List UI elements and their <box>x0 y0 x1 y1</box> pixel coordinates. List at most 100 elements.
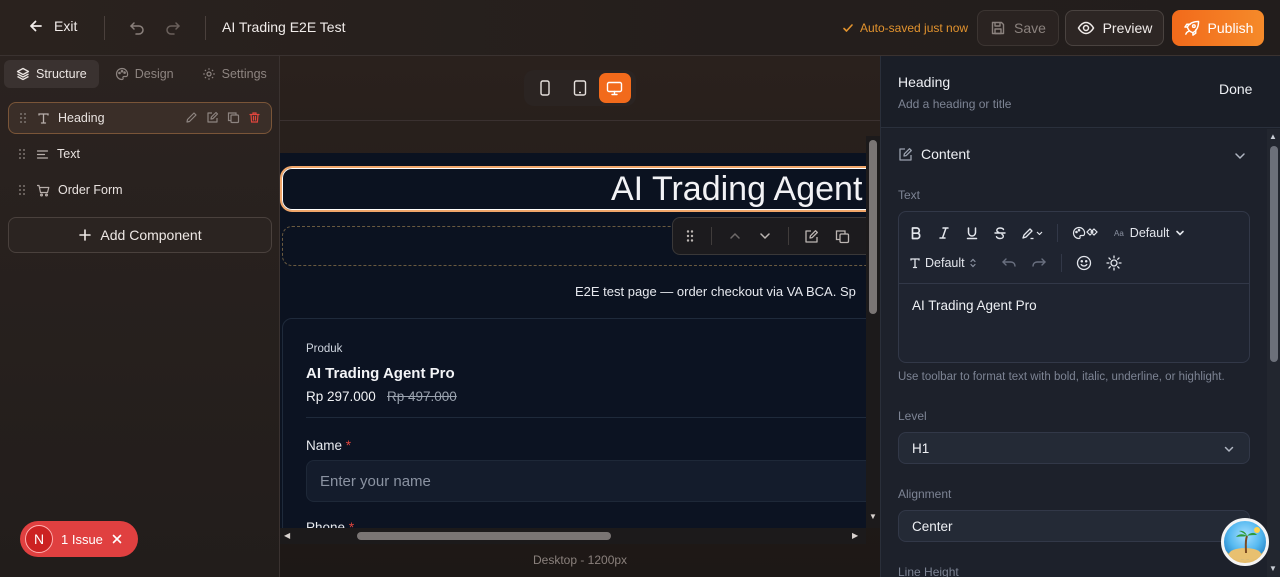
panel-body: Content Text Aa Default Default AI Tradi… <box>881 129 1267 577</box>
save-button[interactable]: Save <box>977 10 1059 46</box>
divider <box>205 16 206 40</box>
content-section-header[interactable]: Content <box>898 146 970 162</box>
pencil-icon[interactable] <box>185 111 198 124</box>
component-item-order-form[interactable]: Order Form <box>8 174 272 206</box>
drag-handle-icon[interactable] <box>19 112 29 124</box>
copy-icon[interactable] <box>227 111 240 124</box>
emoji-icon[interactable] <box>1076 255 1092 271</box>
assistant-avatar[interactable] <box>1221 518 1269 566</box>
level-select[interactable]: H1 <box>898 432 1250 464</box>
undo-button[interactable] <box>128 19 146 37</box>
copy-icon[interactable] <box>835 229 850 244</box>
canvas-area: AI Trading Agent Pro E2E test <box>280 56 880 577</box>
font-family-select[interactable]: Default <box>909 256 977 270</box>
device-tablet-button[interactable] <box>564 73 596 103</box>
divider <box>104 16 105 40</box>
add-component-button[interactable]: Add Component <box>8 217 272 253</box>
editor-toolbar-row: Aa Default <box>909 224 1185 242</box>
issue-badge[interactable]: N 1 Issue <box>20 521 138 557</box>
product-price: Rp 297.000 <box>306 389 376 404</box>
tab-design[interactable]: Design <box>103 60 186 88</box>
eye-icon <box>1077 19 1095 37</box>
redo-icon[interactable] <box>1031 256 1047 270</box>
plus-icon <box>78 228 92 242</box>
text-type-icon <box>37 112 50 125</box>
scrollbar-thumb[interactable] <box>357 532 611 540</box>
redo-button[interactable] <box>164 19 182 37</box>
close-icon[interactable] <box>111 533 123 545</box>
font-size-select[interactable]: Aa Default <box>1114 226 1185 240</box>
desktop-icon <box>606 81 623 95</box>
scroll-down-icon[interactable]: ▼ <box>1269 564 1277 573</box>
chevron-down-icon <box>1176 230 1185 236</box>
undo-icon <box>130 22 144 35</box>
chevron-down-icon[interactable] <box>758 229 772 243</box>
done-button[interactable]: Done <box>1219 81 1252 97</box>
check-icon <box>842 22 854 34</box>
device-mobile-button[interactable] <box>529 73 561 103</box>
component-label: Order Form <box>58 183 123 197</box>
publish-button[interactable]: Publish <box>1172 10 1264 46</box>
section-label: Content <box>921 146 971 162</box>
component-label: Text <box>57 147 80 161</box>
chevron-down-icon[interactable] <box>1233 149 1247 163</box>
sun-icon[interactable] <box>1105 255 1122 271</box>
font-family-value: Default <box>925 256 965 270</box>
name-input[interactable]: Enter your name <box>306 460 866 502</box>
edit-icon[interactable] <box>206 111 219 124</box>
rocket-icon <box>1183 20 1200 37</box>
rich-text-editor: Aa Default Default AI Trading Agent Pro <box>898 211 1250 363</box>
island-icon <box>1229 527 1261 560</box>
phone-field-label: Phone * <box>306 520 354 528</box>
font-size-value: Default <box>1129 226 1170 240</box>
italic-icon[interactable] <box>937 226 951 240</box>
component-item-heading[interactable]: Heading <box>8 102 272 134</box>
panel-tabs: Structure Design Settings <box>4 60 279 88</box>
scroll-down-icon[interactable]: ▼ <box>869 512 877 521</box>
tablet-icon <box>573 80 587 96</box>
divider <box>711 227 712 245</box>
arrow-left-icon <box>28 18 44 34</box>
palette-icon[interactable] <box>1072 226 1100 240</box>
drag-handle-icon[interactable] <box>18 184 28 196</box>
drag-handle-icon[interactable] <box>18 148 28 160</box>
bold-icon[interactable] <box>909 226 923 240</box>
scrollbar-thumb[interactable] <box>869 140 877 314</box>
strikethrough-icon[interactable] <box>993 226 1007 240</box>
product-old-price: Rp 497.000 <box>387 389 457 404</box>
text-type-icon <box>910 258 920 269</box>
chevron-up-icon[interactable] <box>728 229 742 243</box>
scroll-right-icon[interactable]: ▶ <box>852 531 858 540</box>
trash-icon[interactable] <box>248 111 261 124</box>
redo-icon <box>166 22 180 35</box>
drag-handle-icon[interactable] <box>685 229 695 243</box>
avatar: N <box>25 525 53 553</box>
editor-toolbar: Aa Default Default <box>899 212 1249 284</box>
highlighter-icon[interactable] <box>1021 226 1043 240</box>
scroll-up-icon[interactable]: ▲ <box>1269 132 1277 141</box>
underline-icon[interactable] <box>965 226 979 240</box>
undo-icon[interactable] <box>1001 256 1017 270</box>
editor-content[interactable]: AI Trading Agent Pro <box>912 298 1037 313</box>
edit-icon <box>898 147 913 162</box>
scroll-left-icon[interactable]: ◀ <box>284 531 290 540</box>
preview-subtitle: E2E test page — order checkout via VA BC… <box>575 284 856 299</box>
viewport-caption: Desktop - 1200px <box>533 553 628 567</box>
device-desktop-button[interactable] <box>598 73 631 103</box>
tab-structure[interactable]: Structure <box>4 60 99 88</box>
edit-icon[interactable] <box>804 229 819 244</box>
alignment-select[interactable]: Center <box>898 510 1250 542</box>
preview-button[interactable]: Preview <box>1065 10 1164 46</box>
chevron-updown-icon <box>970 258 976 268</box>
component-item-text[interactable]: Text <box>8 138 272 170</box>
chevron-down-icon <box>1223 443 1235 455</box>
divider <box>280 120 880 121</box>
level-field-label: Level <box>898 409 927 423</box>
scrollbar-thumb[interactable] <box>1270 146 1278 362</box>
phone-label: Phone <box>306 520 346 528</box>
tab-settings[interactable]: Settings <box>190 60 279 88</box>
exit-button[interactable]: Exit <box>28 18 77 34</box>
panel-subtitle: Add a heading or title <box>898 97 1012 111</box>
name-field-label: Name * <box>306 438 351 453</box>
tab-label: Design <box>134 67 174 81</box>
